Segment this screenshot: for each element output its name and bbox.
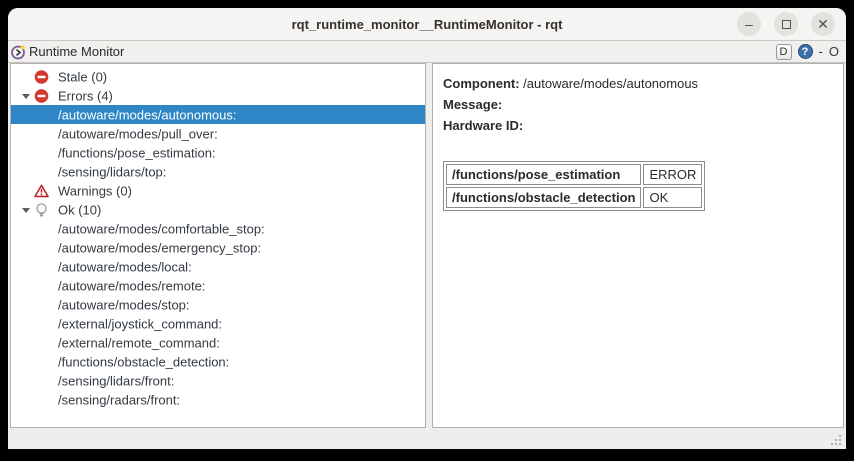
plugin-titlebar: Runtime Monitor D ? - O: [8, 41, 846, 63]
tree-item[interactable]: /autoware/modes/local:: [11, 257, 425, 276]
tree-item[interactable]: /sensing/radars/front:: [11, 390, 425, 409]
tree-category[interactable]: Ok (10): [11, 200, 425, 219]
hardware-id-field: Hardware ID:: [443, 115, 833, 136]
titlebar: rqt_runtime_monitor__RuntimeMonitor - rq…: [8, 8, 846, 41]
close-button[interactable]: ✕: [811, 12, 835, 36]
expander-icon[interactable]: [22, 94, 30, 99]
tree-item[interactable]: /autoware/modes/autonomous:: [11, 105, 425, 124]
diagnostics-tree: Stale (0) Errors (4) /autoware/modes/auton…: [11, 67, 425, 409]
stale-icon: [34, 69, 49, 84]
maximize-button[interactable]: [774, 12, 798, 36]
status-table: /functions/pose_estimationERROR/function…: [443, 161, 705, 211]
tree-item[interactable]: /sensing/lidars/front:: [11, 371, 425, 390]
minimize-button[interactable]: –: [737, 12, 761, 36]
tree-item[interactable]: /autoware/modes/remote:: [11, 276, 425, 295]
expander-icon[interactable]: [22, 208, 30, 213]
tree-item[interactable]: /functions/pose_estimation:: [11, 143, 425, 162]
rqt-window: rqt_runtime_monitor__RuntimeMonitor - rq…: [8, 8, 846, 449]
tree-item[interactable]: /autoware/modes/pull_over:: [11, 124, 425, 143]
tree-item[interactable]: /sensing/lidars/top:: [11, 162, 425, 181]
tree-item[interactable]: /autoware/modes/comfortable_stop:: [11, 219, 425, 238]
status-table-row: /functions/obstacle_detectionOK: [446, 187, 702, 208]
tree-category[interactable]: Stale (0): [11, 67, 425, 86]
hardware-id-label: Hardware ID:: [443, 118, 523, 133]
status-name-cell: /functions/obstacle_detection: [446, 187, 641, 208]
tree-item-label: Warnings (0): [58, 183, 132, 198]
warning-icon: [34, 183, 49, 198]
tree-item-label: /autoware/modes/pull_over:: [58, 126, 218, 141]
tree-item[interactable]: /autoware/modes/emergency_stop:: [11, 238, 425, 257]
tree-item-label: /sensing/lidars/front:: [58, 373, 174, 388]
minimize-icon: –: [745, 17, 753, 31]
tree-item-label: /autoware/modes/local:: [58, 259, 192, 274]
tree-item-label: Ok (10): [58, 202, 101, 217]
status-value-cell: OK: [643, 187, 702, 208]
component-value: /autoware/modes/autonomous: [523, 76, 698, 91]
tree-item[interactable]: /autoware/modes/stop:: [11, 295, 425, 314]
plugin-icon: [10, 44, 26, 60]
screenshot-root: { "window": { "title": "rqt_runtime_moni…: [0, 0, 854, 461]
component-field: Component: /autoware/modes/autonomous: [443, 73, 833, 94]
tree-category[interactable]: Errors (4): [11, 86, 425, 105]
tree-item-label: /autoware/modes/comfortable_stop:: [58, 221, 265, 236]
tree-item-label: /autoware/modes/emergency_stop:: [58, 240, 261, 255]
ok-icon: [34, 202, 49, 217]
close-icon: ✕: [817, 17, 829, 31]
component-label: Component:: [443, 76, 520, 91]
plugin-title: Runtime Monitor: [29, 44, 124, 59]
tree-item-label: Errors (4): [58, 88, 113, 103]
tree-item-label: /sensing/lidars/top:: [58, 164, 166, 179]
plugin-close-button[interactable]: O: [829, 45, 839, 58]
tree-item-label: /sensing/radars/front:: [58, 392, 180, 407]
resize-grip[interactable]: [829, 433, 841, 445]
maximize-icon: [782, 20, 791, 29]
tree-item-label: Stale (0): [58, 69, 107, 84]
detail-panel: Component: /autoware/modes/autonomous Me…: [432, 63, 844, 428]
tree-item-label: /functions/obstacle_detection:: [58, 354, 229, 369]
undock-button[interactable]: -: [819, 45, 823, 58]
main-content: Stale (0) Errors (4) /autoware/modes/auton…: [8, 63, 846, 428]
tree-category[interactable]: Warnings (0): [11, 181, 425, 200]
tree-item-label: /autoware/modes/autonomous:: [58, 107, 237, 122]
tree-item-label: /external/remote_command:: [58, 335, 220, 350]
tree-item[interactable]: /external/joystick_command:: [11, 314, 425, 333]
message-label: Message:: [443, 97, 502, 112]
status-value-cell: ERROR: [643, 164, 702, 185]
tree-item[interactable]: /external/remote_command:: [11, 333, 425, 352]
dock-button[interactable]: D: [776, 44, 792, 60]
window-title: rqt_runtime_monitor__RuntimeMonitor - rq…: [292, 17, 563, 32]
help-icon[interactable]: ?: [798, 44, 813, 59]
tree-item-label: /external/joystick_command:: [58, 316, 222, 331]
tree-item-label: /autoware/modes/stop:: [58, 297, 190, 312]
status-table-row: /functions/pose_estimationERROR: [446, 164, 702, 185]
diagnostics-tree-panel: Stale (0) Errors (4) /autoware/modes/auton…: [10, 63, 426, 428]
error-icon: [34, 88, 49, 103]
plugin-toolbar-buttons: D ? - O: [776, 44, 839, 60]
statusbar: [8, 428, 846, 449]
tree-item[interactable]: /functions/obstacle_detection:: [11, 352, 425, 371]
window-controls: – ✕: [737, 12, 835, 36]
message-field: Message:: [443, 94, 833, 115]
tree-item-label: /autoware/modes/remote:: [58, 278, 205, 293]
status-name-cell: /functions/pose_estimation: [446, 164, 641, 185]
tree-item-label: /functions/pose_estimation:: [58, 145, 216, 160]
